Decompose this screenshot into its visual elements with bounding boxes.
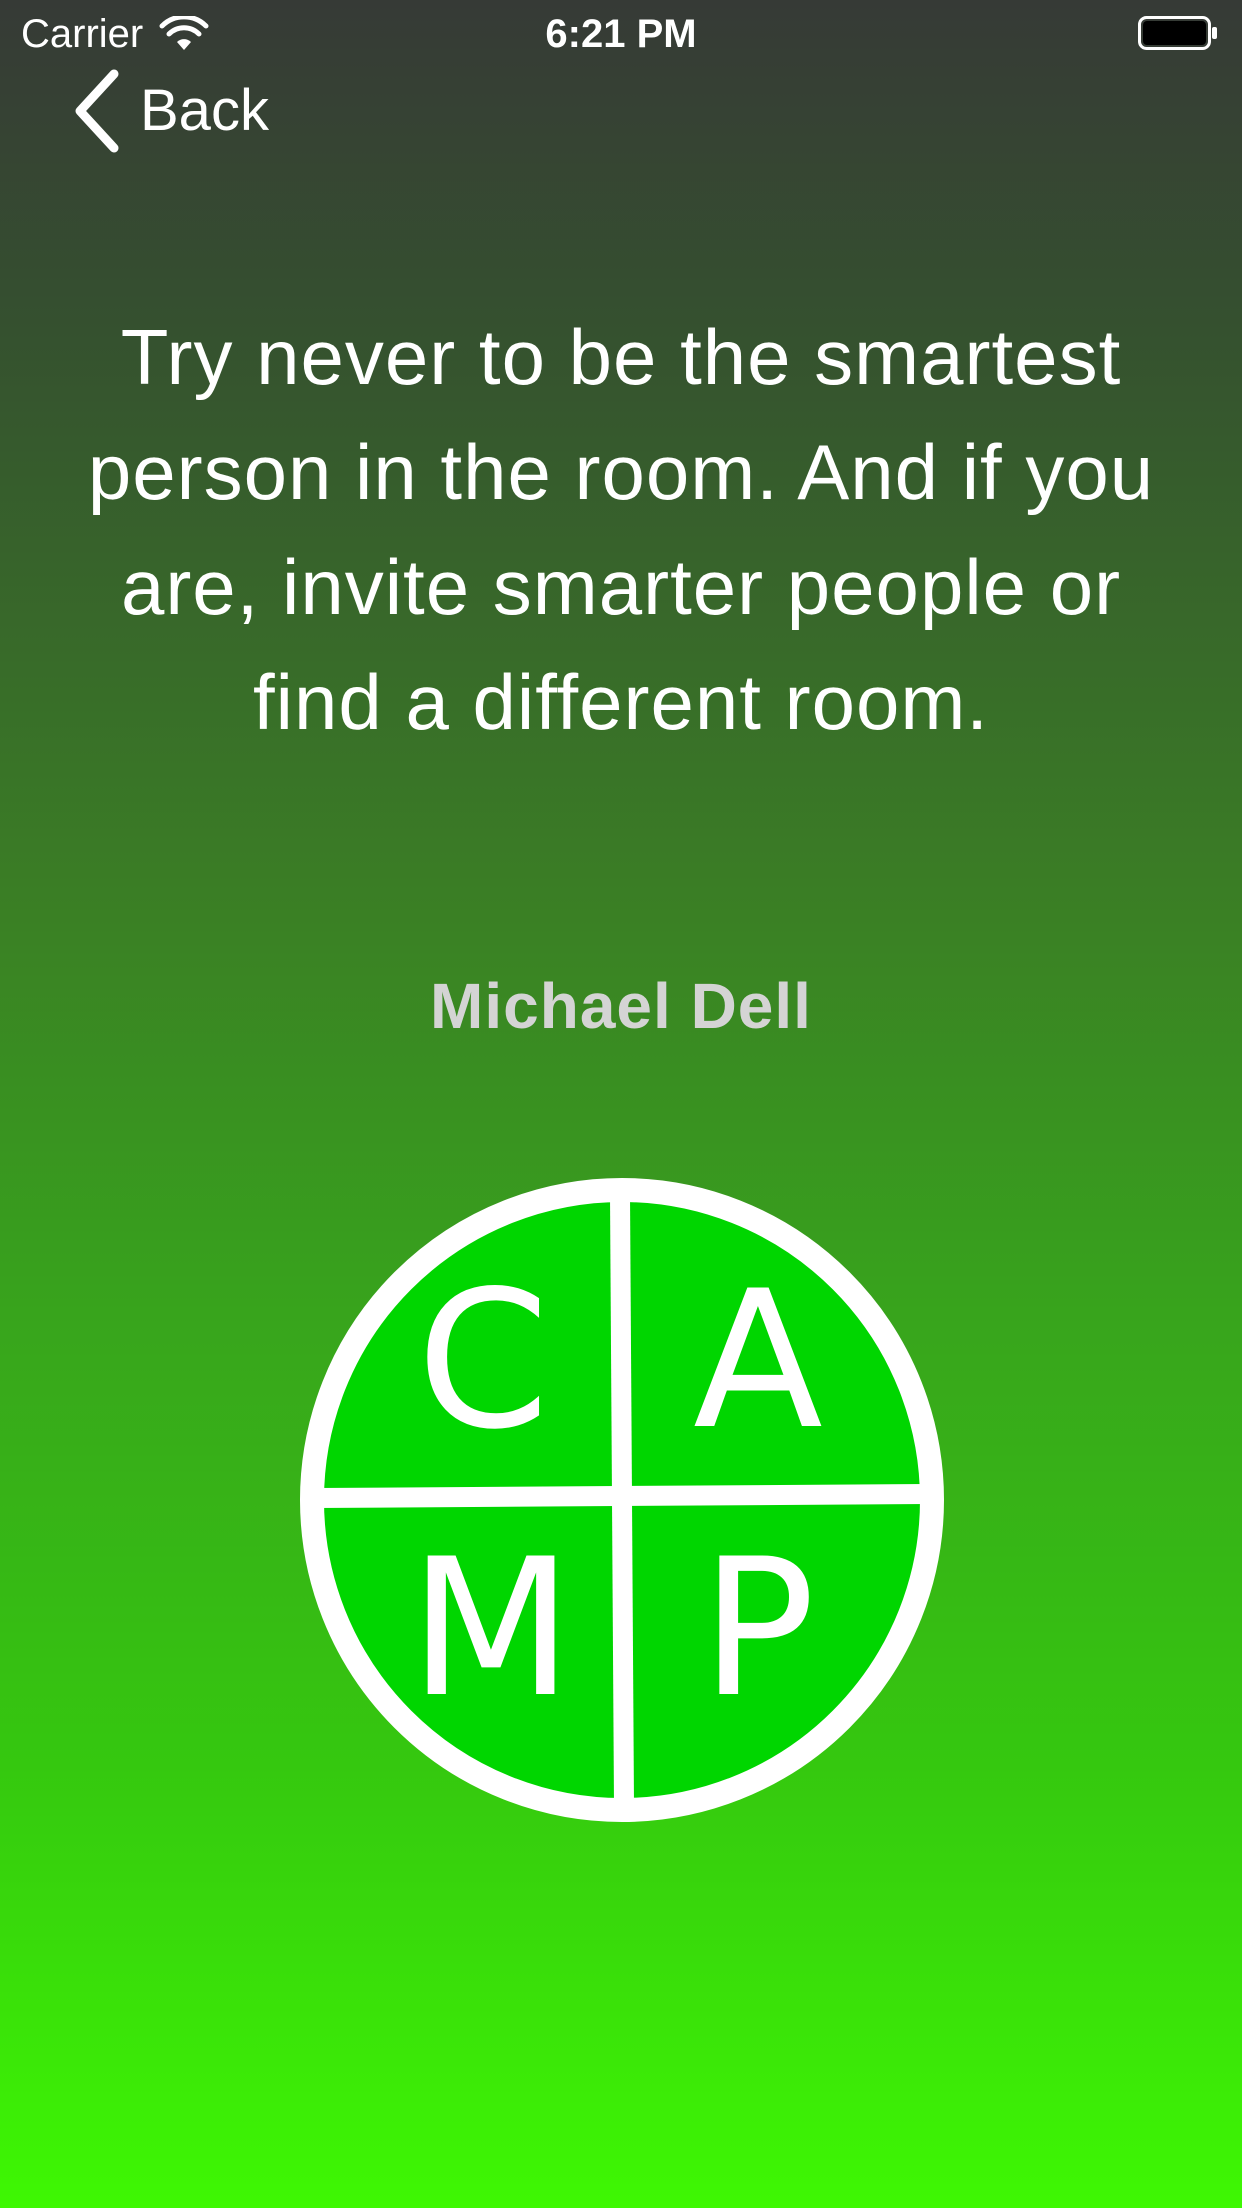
logo-divider-horizontal	[315, 1484, 929, 1508]
chevron-left-icon	[75, 69, 119, 153]
back-button[interactable]: Back	[72, 66, 269, 156]
back-label: Back	[140, 78, 269, 143]
logo-letter-c: C	[417, 1250, 550, 1471]
camp-logo: C A M P	[300, 1178, 944, 1822]
status-time: 6:21 PM	[545, 12, 697, 56]
status-bar: Carrier 6:21 PM	[0, 0, 1242, 66]
logo-letter-p: P	[701, 1518, 816, 1739]
battery-icon	[1138, 16, 1217, 50]
logo-letter-m: M	[409, 1518, 573, 1739]
logo-letter-a: A	[693, 1250, 823, 1471]
quote-text: Try never to be the smartest person in t…	[87, 313, 1155, 746]
quote-author: Michael Dell	[430, 970, 812, 1042]
